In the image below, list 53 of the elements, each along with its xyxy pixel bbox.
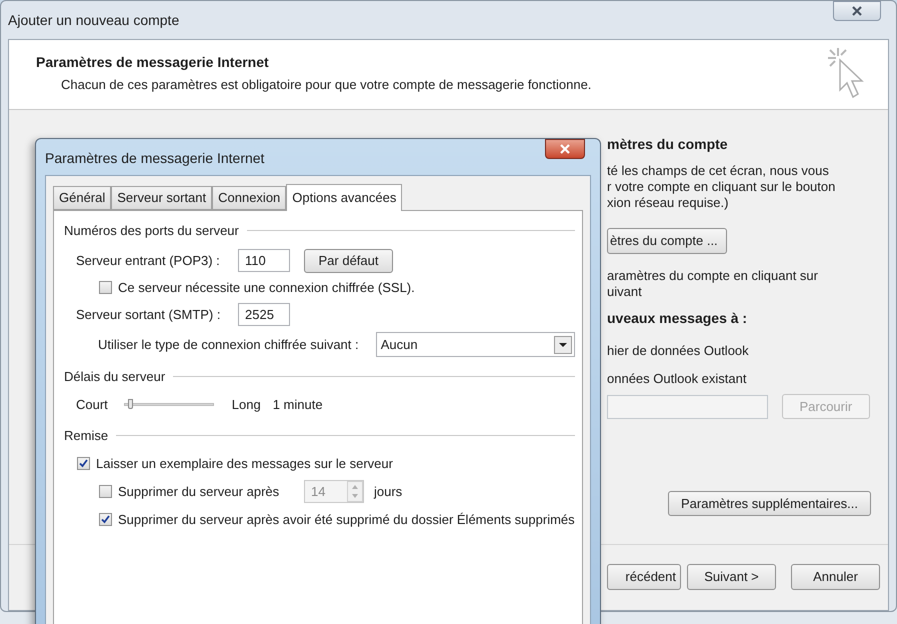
wizard-button[interactable]: Annuler: [791, 564, 880, 590]
port-field[interactable]: 110: [238, 249, 290, 272]
checkbox-label: Supprimer du serveur après avoir été supprimé du dossier Éléments supprimés: [118, 511, 575, 529]
page-subtitle: Chacun de ces paramètres est obligatoire pour que votre compte de messagerie fonctionne.: [61, 76, 592, 94]
page-title: Paramètres de messagerie Internet: [36, 53, 270, 72]
slider-max-label: Long: [232, 396, 261, 414]
wizard-button[interactable]: Suivant >: [687, 564, 776, 590]
close-icon: [851, 6, 863, 16]
timeout-slider[interactable]: [124, 398, 214, 410]
spinner-arrows-icon: [347, 481, 363, 502]
field-label: Utiliser le type de connexion chiffrée suivant :: [98, 336, 360, 354]
checkmark-icon: [79, 458, 88, 468]
close-icon: [559, 144, 571, 154]
tab[interactable]: Serveur sortant: [111, 186, 212, 210]
field-label: Serveur entrant (POP3) :: [76, 252, 221, 270]
section-heading: uveaux messages à :: [607, 309, 748, 328]
encryption-dropdown[interactable]: Aucun: [376, 332, 575, 357]
option-label: hier de données Outlook: [607, 342, 750, 360]
tab[interactable]: Connexion: [212, 186, 286, 210]
checkbox[interactable]: [99, 280, 112, 294]
note-line: aramètres du compte en cliquant sur: [607, 268, 819, 284]
slider-thumb[interactable]: [128, 399, 133, 410]
option-label: onnées Outlook existant: [607, 370, 748, 388]
default-button[interactable]: Par défaut: [304, 248, 393, 272]
slider-min-label: Court: [76, 396, 108, 414]
description-line: té les champs de cet écran, nous vous: [607, 163, 830, 179]
checkbox[interactable]: [77, 456, 90, 470]
checkbox-label: Supprimer du serveur après: [118, 482, 280, 501]
description-line: xion réseau requise.): [607, 195, 730, 211]
unit-label: jours: [374, 482, 402, 501]
checkmark-icon: [101, 515, 110, 524]
tab[interactable]: Général: [53, 186, 112, 210]
group-heading: Délais du serveur: [64, 368, 166, 386]
checkbox-label: Ce serveur nécessite une connexion chiffrée (SSL).: [118, 278, 415, 297]
close-button[interactable]: [833, 1, 881, 21]
port-field[interactable]: 2525: [238, 303, 290, 326]
more-settings-button[interactable]: Paramètres supplémentaires...: [668, 491, 871, 516]
description-line: r votre compte en cliquant sur le bouton: [607, 179, 836, 195]
close-button[interactable]: [545, 139, 585, 159]
section-heading: mètres du compte: [607, 135, 729, 154]
field-label: Serveur sortant (SMTP) :: [76, 306, 222, 324]
checkbox-label: Laisser un exemplaire des messages sur le serveur: [96, 454, 393, 473]
test-account-button[interactable]: ètres du compte ...: [607, 228, 727, 254]
group-heading: Numéros des ports du serveur: [64, 222, 239, 240]
window-title: Ajouter un nouveau compte: [8, 11, 180, 30]
file-path-field[interactable]: [607, 394, 768, 418]
note-line: uivant: [607, 284, 643, 300]
tab[interactable]: Options avancées: [286, 184, 402, 211]
checkbox[interactable]: [99, 513, 112, 526]
slider-reading: 1 minute: [272, 396, 323, 414]
wizard-button[interactable]: récédent: [607, 564, 681, 590]
group-heading: Remise: [64, 427, 108, 445]
dialog-title: Paramètres de messagerie Internet: [45, 149, 264, 168]
